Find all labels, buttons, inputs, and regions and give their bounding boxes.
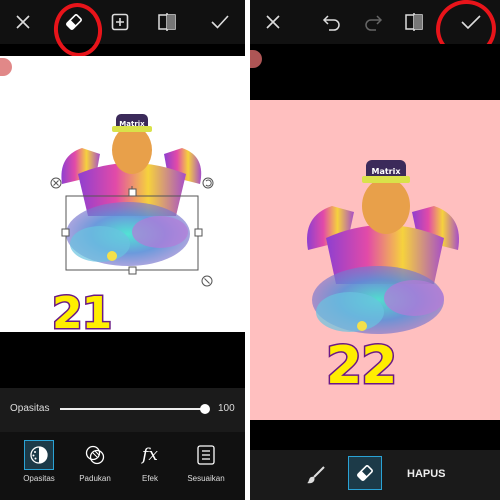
left-canvas: Matrix 21 bbox=[0, 56, 245, 341]
tab-label: Sesuaikan bbox=[187, 474, 225, 483]
tab-label: Opasitas bbox=[23, 474, 55, 483]
right-top-toolbar bbox=[250, 0, 500, 44]
step-number: 22 bbox=[324, 335, 398, 398]
canvas-spacer bbox=[250, 420, 500, 450]
bottom-tabs: Opasitas Padukan fx Efek Sesuaikan bbox=[0, 432, 245, 500]
close-icon[interactable] bbox=[9, 8, 37, 36]
portrait-artwork: Matrix bbox=[50, 114, 214, 287]
opacity-value: 100 bbox=[218, 403, 235, 414]
eraser-icon[interactable] bbox=[348, 456, 382, 490]
tab-label: Padukan bbox=[79, 474, 111, 483]
opacity-row: Opasitas 100 bbox=[0, 388, 245, 432]
panel-handle[interactable] bbox=[250, 50, 262, 68]
redo-icon[interactable] bbox=[359, 8, 387, 36]
opacity-slider-thumb[interactable] bbox=[200, 404, 210, 414]
close-icon[interactable] bbox=[259, 8, 287, 36]
check-icon[interactable] bbox=[206, 8, 234, 36]
opacity-icon bbox=[24, 440, 54, 470]
left-top-toolbar bbox=[0, 0, 245, 44]
canvas-spacer bbox=[250, 44, 500, 100]
tab-sesuaikan[interactable]: Sesuaikan bbox=[180, 438, 232, 496]
brush-icon[interactable] bbox=[302, 461, 330, 489]
fx-icon: fx bbox=[142, 445, 158, 465]
compare-icon[interactable] bbox=[400, 8, 428, 36]
left-screen: Matrix 21 Opasitas 100 Opasitas Padukan … bbox=[0, 0, 245, 500]
tab-padukan[interactable]: Padukan bbox=[69, 438, 121, 496]
tab-opasitas[interactable]: Opasitas bbox=[13, 438, 65, 496]
svg-text:Matrix: Matrix bbox=[119, 120, 145, 128]
svg-text:Matrix: Matrix bbox=[371, 167, 401, 176]
opacity-label: Opasitas bbox=[10, 403, 50, 414]
undo-icon[interactable] bbox=[318, 8, 346, 36]
right-canvas: Matrix 22 bbox=[250, 100, 500, 420]
add-icon[interactable] bbox=[106, 8, 134, 36]
eraser-icon[interactable] bbox=[60, 8, 88, 36]
blend-icon bbox=[80, 440, 110, 470]
tab-efek[interactable]: fx Efek bbox=[124, 438, 176, 496]
opacity-slider[interactable] bbox=[60, 408, 205, 410]
flip-icon[interactable] bbox=[153, 8, 181, 36]
check-icon[interactable] bbox=[457, 8, 485, 36]
erase-label[interactable]: HAPUS bbox=[407, 468, 446, 480]
adjust-icon bbox=[191, 440, 221, 470]
canvas-spacer bbox=[0, 332, 245, 388]
erase-toolbar: HAPUS bbox=[250, 450, 500, 500]
tab-label: Efek bbox=[141, 474, 158, 483]
right-screen: Matrix 22 HAPUS bbox=[250, 0, 500, 500]
